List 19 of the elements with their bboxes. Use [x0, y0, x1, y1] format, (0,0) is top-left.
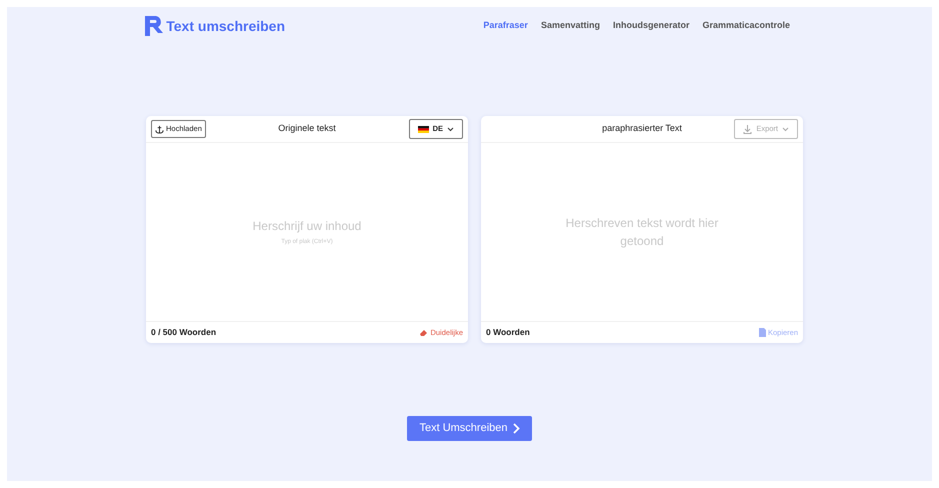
caret-icon: [782, 126, 789, 132]
chevron-right-icon: [512, 423, 520, 434]
nav-link[interactable]: Inhoudsgenerator: [612, 19, 690, 33]
word-count: 0 / 500 Woorden: [151, 326, 216, 339]
submit-button[interactable]: Text Umschreiben: [407, 416, 532, 441]
nav-link[interactable]: Samenvatting: [540, 19, 600, 33]
panel-title: paraphrasierter Text: [602, 122, 682, 136]
eraser-icon: [419, 328, 428, 336]
anchor-icon: [155, 124, 164, 134]
word-count: 0 Woorden: [486, 326, 530, 339]
caret-icon: [447, 126, 454, 132]
logo-icon: [145, 16, 164, 36]
nav-link[interactable]: Parafraser: [483, 19, 528, 33]
download-icon: [743, 124, 752, 134]
brand-name: Text umschreiben: [166, 16, 286, 36]
nav-link[interactable]: Grammaticacontrole: [702, 19, 790, 33]
panel-title: Originele tekst: [278, 122, 336, 136]
document-icon: [758, 328, 766, 337]
flag-icon: [418, 126, 429, 132]
